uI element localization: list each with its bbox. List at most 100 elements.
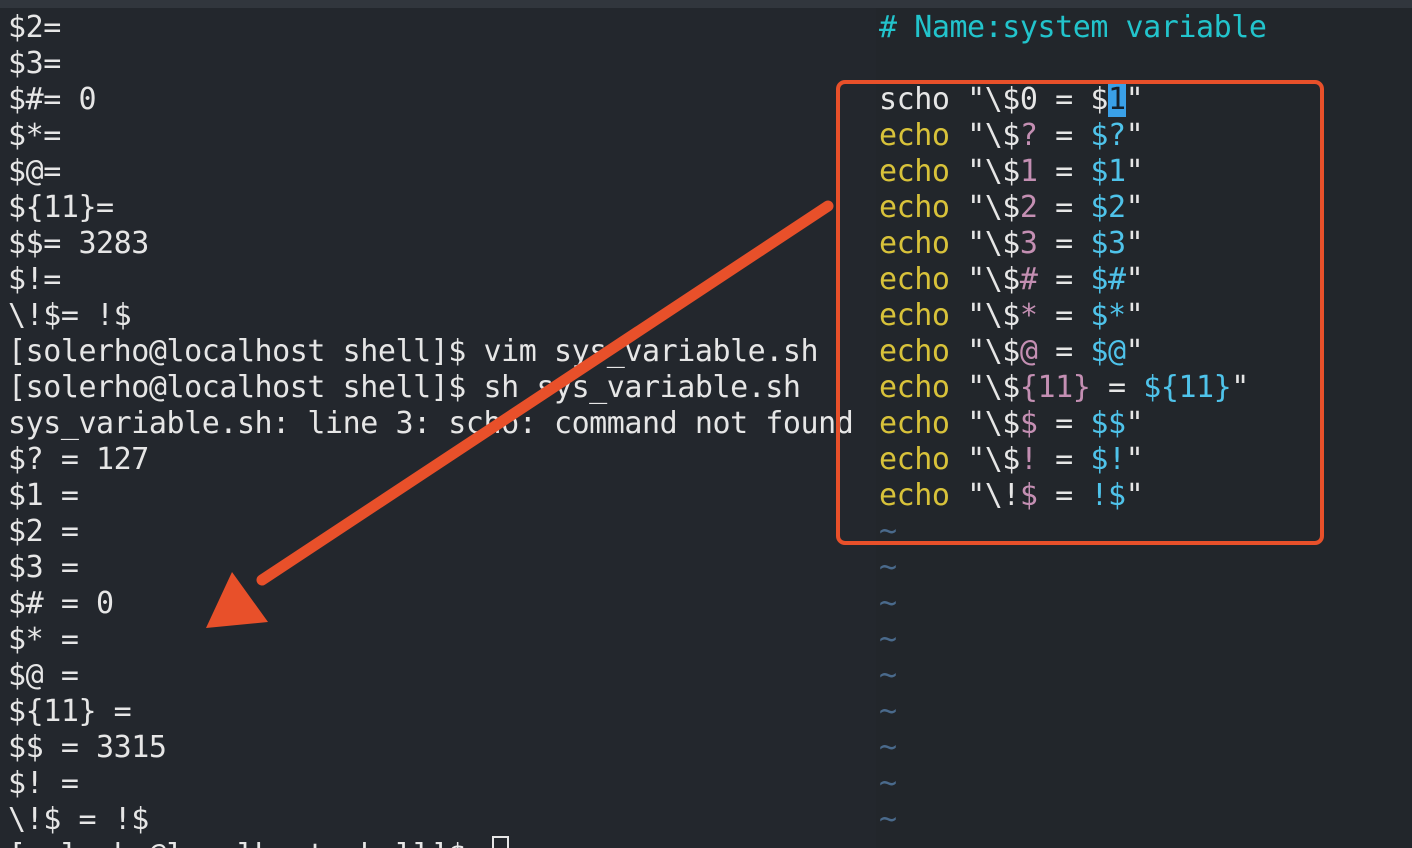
string-quote: " <box>949 154 985 189</box>
terminal-line: $* = <box>8 622 79 657</box>
terminal-pane[interactable]: $2= $3= $#= 0 $*= $@= ${11}= $$= 3283 $!= \!$= !… <box>0 8 876 848</box>
empty-line-tilde: ~ <box>879 550 897 585</box>
terminal-line: $2 = <box>8 514 79 549</box>
escape-backslash: \$ <box>984 226 1021 261</box>
equals-sign: = <box>1037 190 1091 225</box>
terminal-line: ${11}= <box>8 190 114 225</box>
escaped-name: 3 <box>1019 226 1038 261</box>
command-word: echo <box>879 442 950 477</box>
command-word: echo <box>879 154 950 189</box>
variable-ref: $# <box>1090 262 1126 297</box>
code-line: echo "\$3 = $3" <box>879 226 1144 262</box>
terminal-line: sys_variable.sh: line 3: scho: command n… <box>8 406 854 441</box>
terminal-line: $1 = <box>8 478 79 513</box>
command-word: echo <box>879 478 950 513</box>
string-quote: " <box>1125 334 1144 369</box>
escaped-name: 1 <box>1019 154 1038 189</box>
string-quote: " <box>949 118 985 153</box>
escape-backslash: \! <box>984 478 1021 513</box>
variable-ref: $$ <box>1090 406 1126 441</box>
terminal-line: $!= <box>8 262 61 297</box>
escaped-name: 2 <box>1019 190 1038 225</box>
variable-ref: $@ <box>1090 334 1126 369</box>
terminal-line: $@= <box>8 154 61 189</box>
variable-ref: $3 <box>1090 226 1126 261</box>
equals-sign: = <box>1090 370 1144 405</box>
string-quote: " <box>949 298 985 333</box>
variable-ref: $? <box>1090 118 1126 153</box>
variable-ref: $! <box>1090 442 1126 477</box>
escaped-name: $ <box>1019 406 1038 441</box>
terminal-line: $3 = <box>8 550 79 585</box>
terminal-cursor <box>492 836 509 848</box>
code-line: echo "\$? = $?" <box>879 118 1144 154</box>
string-quote: " <box>1125 82 1144 117</box>
string-quote: " <box>949 262 985 297</box>
variable-ref: !$ <box>1090 478 1126 513</box>
variable-ref: $1 <box>1090 154 1126 189</box>
string-quote: " <box>949 190 985 225</box>
variable-ref: ${11} <box>1143 370 1232 405</box>
terminal-line: $2= <box>8 10 61 45</box>
string-quote: " <box>949 406 985 441</box>
escaped-name: ! <box>1019 442 1038 477</box>
empty-line-tilde: ~ <box>879 694 897 729</box>
escape-backslash: \$ <box>984 154 1021 189</box>
string-quote: " <box>1125 118 1144 153</box>
terminal-line: $@ = <box>8 658 79 693</box>
escape-backslash: \$ <box>984 370 1021 405</box>
terminal-line: $*= <box>8 118 61 153</box>
terminal-line: $3= <box>8 46 61 81</box>
empty-line-tilde: ~ <box>879 658 897 693</box>
string-quote: " <box>949 478 985 513</box>
equals-sign: = <box>1037 226 1091 261</box>
escape-backslash: \$ <box>984 334 1021 369</box>
empty-line-tilde: ~ <box>879 586 897 621</box>
string-quote: " <box>1231 370 1249 405</box>
equals-sign: = <box>1037 478 1091 513</box>
escaped-name: ? <box>1019 118 1038 153</box>
command-word: echo <box>879 262 950 297</box>
command-word: scho <box>879 82 950 117</box>
terminal-line: $$ = 3315 <box>8 730 167 765</box>
equals-sign: = <box>1037 262 1091 297</box>
equals-sign: = <box>1037 442 1091 477</box>
code-line: echo "\!$ = !$" <box>879 478 1144 514</box>
command-word: echo <box>879 118 950 153</box>
code-line: echo "\$! = $!" <box>879 442 1144 478</box>
string-quote: " <box>1125 442 1144 477</box>
string-quote: " <box>949 334 985 369</box>
code-line: echo "\$1 = $1" <box>879 154 1144 190</box>
escape-backslash: \$ <box>984 406 1021 441</box>
command-word: echo <box>879 334 950 369</box>
string-quote: " <box>949 370 985 405</box>
escape-backslash: \$ <box>984 190 1021 225</box>
terminal-line: ${11} = <box>8 694 132 729</box>
string-quote: " <box>1125 190 1144 225</box>
terminal-line: \!$= !$ <box>8 298 132 333</box>
code-line: scho "\$0 = $1" <box>879 82 1144 118</box>
escaped-name: * <box>1019 298 1038 333</box>
code-line: echo "\$@ = $@" <box>879 334 1144 370</box>
empty-line-tilde: ~ <box>879 766 897 801</box>
escape-backslash: \$ <box>984 118 1021 153</box>
terminal-line: $#= 0 <box>8 82 97 117</box>
string-literal: "\$0 = $ <box>949 82 1108 117</box>
empty-line-tilde: ~ <box>879 802 897 837</box>
terminal-line: $! = <box>8 766 79 801</box>
equals-sign: = <box>1037 334 1091 369</box>
terminal-line: [solerho@localhost shell]$ vim sys_varia… <box>8 334 819 369</box>
string-quote: " <box>1125 406 1144 441</box>
terminal-line: \!$ = !$ <box>8 802 149 837</box>
screenshot: $2= $3= $#= 0 $*= $@= ${11}= $$= 3283 $!= \!$= !… <box>0 0 1412 848</box>
code-line: echo "\$$ = $$" <box>879 406 1144 442</box>
code-line: echo "\$* = $*" <box>879 298 1144 334</box>
command-word: echo <box>879 406 950 441</box>
code-line: echo "\${11} = ${11}" <box>879 370 1249 406</box>
escape-backslash: \$ <box>984 262 1021 297</box>
string-quote: " <box>1125 262 1144 297</box>
equals-sign: = <box>1037 154 1091 189</box>
equals-sign: = <box>1037 406 1091 441</box>
command-word: echo <box>879 370 950 405</box>
vim-editor-pane[interactable]: # Name:system variable scho "\$0 = $1" ec… <box>876 8 1412 848</box>
